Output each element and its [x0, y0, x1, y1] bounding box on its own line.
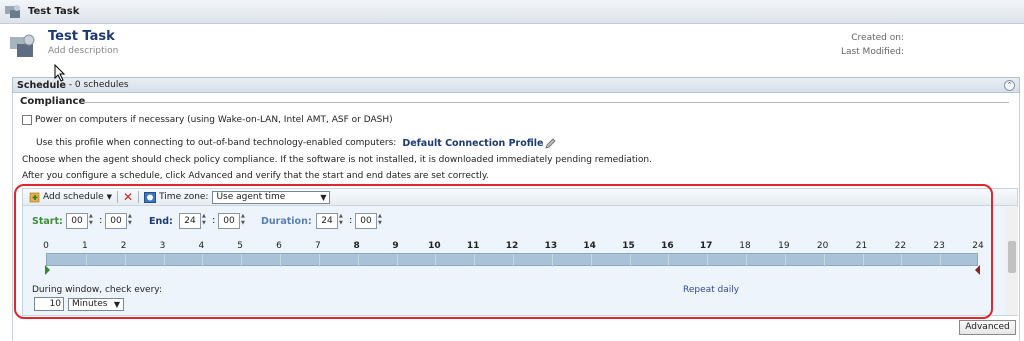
task-meta: Created on: Last Modified: — [841, 31, 904, 59]
task-header: Test Task Add description Created on: La… — [0, 25, 1024, 73]
window-title: Test Task — [28, 6, 80, 17]
connection-profile-link[interactable]: Default Connection Profile — [402, 138, 543, 149]
compliance-divider — [84, 102, 1009, 103]
task-description[interactable]: Add description — [48, 46, 118, 56]
last-modified-label: Last Modified: — [840, 47, 904, 57]
task-large-icon — [8, 33, 38, 61]
compliance-info-1: Choose when the agent should check polic… — [22, 155, 652, 165]
scrollbar-thumb[interactable] — [1008, 241, 1016, 273]
highlight-box — [14, 184, 993, 319]
edit-pencil-icon[interactable] — [545, 137, 557, 149]
collapse-icon[interactable]: ⌃ — [1004, 80, 1015, 91]
power-on-row: Power on computers if necessary (using W… — [22, 115, 393, 125]
task-icon — [4, 4, 22, 20]
profile-row: Use this profile when connecting to out-… — [36, 137, 557, 149]
compliance-info-2: After you configure a schedule, click Ad… — [22, 171, 489, 181]
task-title[interactable]: Test Task — [48, 29, 115, 44]
advanced-button[interactable]: Advanced — [959, 320, 1016, 335]
schedule-section-header[interactable]: Schedule - 0 schedules ⌃ — [12, 77, 1020, 93]
mouse-cursor-icon — [54, 64, 66, 82]
window-titlebar: Test Task — [0, 0, 1024, 24]
scrollbar[interactable] — [1006, 207, 1018, 315]
schedule-count: - 0 schedules — [68, 80, 129, 90]
created-on-label: Created on: — [851, 33, 904, 43]
power-on-label[interactable]: Power on computers if necessary (using W… — [35, 115, 393, 125]
compliance-heading: Compliance — [20, 96, 86, 107]
profile-text: Use this profile when connecting to out-… — [36, 138, 397, 148]
power-on-checkbox[interactable] — [22, 115, 32, 125]
